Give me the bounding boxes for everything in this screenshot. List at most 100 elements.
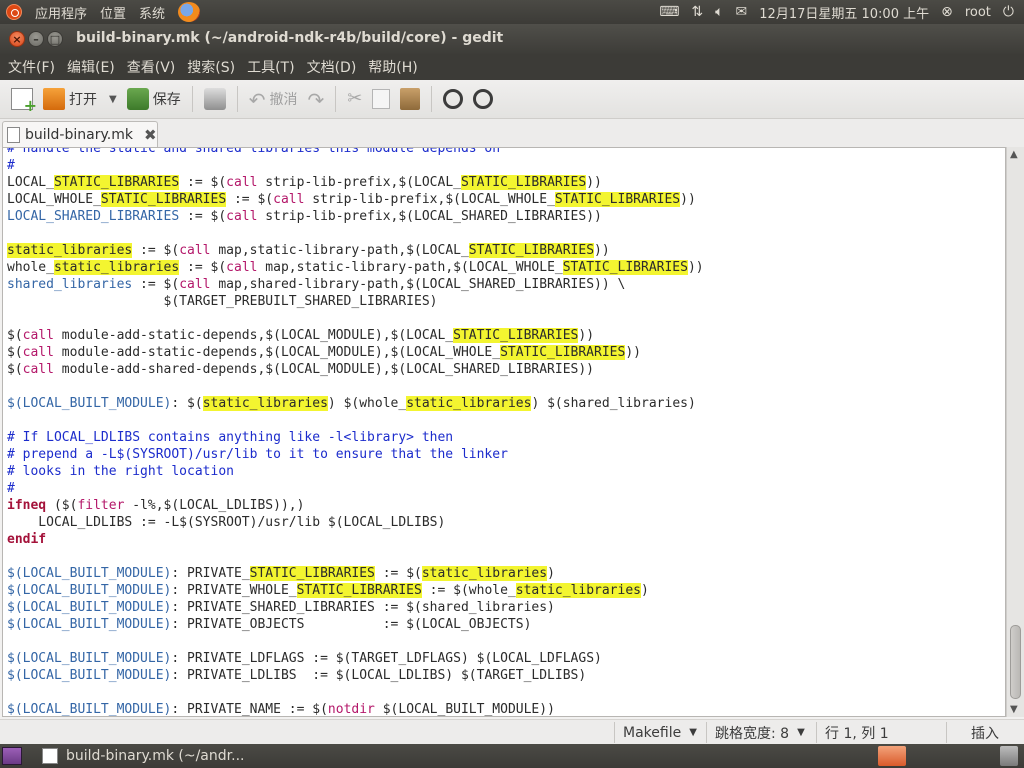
clipboard-icon xyxy=(400,88,421,110)
code-line[interactable]: # If LOCAL_LDLIBS contains anything like… xyxy=(7,429,704,446)
code-line[interactable]: ifneq ($(filter -l%,$(LOCAL_LDLIBS)),) xyxy=(7,497,704,514)
redo-button[interactable]: ↷ xyxy=(302,84,329,114)
code-line[interactable]: # looks in the right location xyxy=(7,463,704,480)
code-line[interactable]: $(LOCAL_BUILT_MODULE): PRIVATE_WHOLE_STA… xyxy=(7,582,704,599)
code-line[interactable]: $(LOCAL_BUILT_MODULE): PRIVATE_LDLIBS :=… xyxy=(7,667,704,684)
menu-view[interactable]: 查看(V) xyxy=(119,57,180,77)
mail-icon[interactable]: ✉ xyxy=(736,4,748,20)
code-line[interactable] xyxy=(7,225,704,242)
code-line[interactable]: $(call module-add-shared-depends,$(LOCAL… xyxy=(7,361,704,378)
trash-icon[interactable] xyxy=(1000,746,1018,766)
code-line[interactable] xyxy=(7,684,704,701)
top-panel: 应用程序 位置 系统 ⌨ ⇅ 🔈︎ ✉ 12月17日星期五 10:00 上午 ⊗… xyxy=(0,0,1024,24)
replace-button[interactable] xyxy=(468,84,498,114)
chevron-down-icon: ▼ xyxy=(797,727,805,738)
code-line[interactable]: # handle the static and shared libraries… xyxy=(7,148,704,157)
code-line[interactable]: $(LOCAL_BUILT_MODULE): $(static_librarie… xyxy=(7,395,704,412)
code-line[interactable]: $(TARGET_PREBUILT_SHARED_LIBRARIES) xyxy=(7,293,704,310)
code-line[interactable] xyxy=(7,633,704,650)
code-line[interactable]: whole_static_libraries := $(call map,sta… xyxy=(7,259,704,276)
menu-tools[interactable]: 工具(T) xyxy=(239,57,298,77)
open-label: 打开 xyxy=(69,92,97,108)
cut-button[interactable]: ✂ xyxy=(342,84,367,114)
code-line[interactable]: $(LOCAL_BUILT_MODULE): PRIVATE_LDFLAGS :… xyxy=(7,650,704,667)
code-line[interactable]: $(LOCAL_BUILT_MODULE): PRIVATE_OBJECTS :… xyxy=(7,616,704,633)
find-button[interactable] xyxy=(438,84,468,114)
code-line[interactable]: # xyxy=(7,157,704,174)
code-line[interactable]: LOCAL_SHARED_LIBRARIES := $(call strip-l… xyxy=(7,208,704,225)
code-line[interactable]: $(LOCAL_BUILT_MODULE): PRIVATE_SHARED_LI… xyxy=(7,599,704,616)
paste-button[interactable] xyxy=(395,84,425,114)
print-button[interactable] xyxy=(199,84,231,114)
undo-button[interactable]: ↶ 撤消 xyxy=(244,84,303,114)
document-tab[interactable]: build-binary.mk ✖ xyxy=(2,121,158,147)
code-line[interactable] xyxy=(7,378,704,395)
new-button[interactable] xyxy=(6,84,38,115)
taskbar-window-button[interactable]: build-binary.mk (~/andr... xyxy=(38,745,248,767)
code-line[interactable]: LOCAL_WHOLE_STATIC_LIBRARIES := $(call s… xyxy=(7,191,704,208)
magnifier-icon xyxy=(443,89,464,109)
code-line[interactable]: LOCAL_STATIC_LIBRARIES := $(call strip-l… xyxy=(7,174,704,191)
show-desktop-icon[interactable] xyxy=(2,747,22,765)
code-line[interactable]: static_libraries := $(call map,static-li… xyxy=(7,242,704,259)
clock[interactable]: 12月17日星期五 10:00 上午 xyxy=(759,3,929,22)
ubuntu-logo-icon[interactable] xyxy=(6,4,22,20)
window-titlebar[interactable]: × – □ build-binary.mk (~/android-ndk-r4b… xyxy=(0,24,1024,54)
cursor-position: 行 1, 列 1 xyxy=(816,722,946,743)
open-recent-dropdown-icon[interactable]: ▼ xyxy=(109,94,117,105)
user-menu[interactable]: root xyxy=(965,5,991,20)
code-line[interactable]: # prepend a -L$(SYSROOT)/usr/lib to it t… xyxy=(7,446,704,463)
code-line[interactable]: shared_libraries := $(call map,shared-li… xyxy=(7,276,704,293)
system-menu[interactable]: 系统 xyxy=(139,3,165,22)
menu-documents[interactable]: 文档(D) xyxy=(299,57,361,77)
language-label: Makefile xyxy=(623,724,682,741)
code-line[interactable]: # xyxy=(7,480,704,497)
gedit-icon xyxy=(42,748,58,764)
code-line[interactable]: endif xyxy=(7,531,704,548)
save-button[interactable]: 保存 xyxy=(122,84,186,114)
code-line[interactable] xyxy=(7,412,704,429)
places-menu[interactable]: 位置 xyxy=(100,3,126,22)
scroll-down-icon[interactable]: ▼ xyxy=(1010,704,1018,715)
network-icon[interactable]: ⇅ xyxy=(691,4,703,20)
code-line[interactable] xyxy=(7,548,704,565)
code-line[interactable]: $(LOCAL_BUILT_MODULE): PRIVATE_STATIC_LI… xyxy=(7,565,704,582)
insert-mode-label: 插入 xyxy=(971,725,999,742)
menu-help[interactable]: 帮助(H) xyxy=(360,57,421,77)
window-title: build-binary.mk (~/android-ndk-r4b/build… xyxy=(76,30,504,46)
firefox-icon[interactable] xyxy=(178,2,201,22)
toolbar: 打开 ▼ 保存 ↶ 撤消 ↷ ✂ xyxy=(0,80,1024,119)
applications-menu[interactable]: 应用程序 xyxy=(35,3,87,22)
menu-search[interactable]: 搜索(S) xyxy=(179,57,239,77)
document-tab-bar: build-binary.mk ✖ xyxy=(0,119,1024,147)
code-line[interactable]: LOCAL_LDLIBS := -L$(SYSROOT)/usr/lib $(L… xyxy=(7,514,704,531)
code-line[interactable]: $(call module-add-static-depends,$(LOCAL… xyxy=(7,327,704,344)
close-window-button[interactable]: × xyxy=(9,31,25,47)
user-icon: ⊗ xyxy=(941,4,953,20)
text-editor[interactable]: # handle the static and shared libraries… xyxy=(2,147,1006,717)
close-tab-icon[interactable]: ✖ xyxy=(144,126,157,144)
language-selector[interactable]: Makefile ▼ xyxy=(614,722,706,743)
menu-edit[interactable]: 编辑(E) xyxy=(59,57,119,77)
menu-file[interactable]: 文件(F) xyxy=(0,57,59,77)
document-icon xyxy=(7,126,20,143)
status-bar: Makefile ▼ 跳格宽度: 8 ▼ 行 1, 列 1 插入 xyxy=(0,719,1024,745)
power-icon[interactable]: ⏻ xyxy=(1003,4,1014,20)
tab-width-label: 跳格宽度: 8 xyxy=(715,725,790,742)
code-line[interactable] xyxy=(7,310,704,327)
vertical-scrollbar[interactable]: ▲ ▼ xyxy=(1006,147,1024,717)
keyboard-icon[interactable]: ⌨ xyxy=(659,4,679,20)
tab-width-selector[interactable]: 跳格宽度: 8 ▼ xyxy=(706,722,816,743)
scroll-up-icon[interactable]: ▲ xyxy=(1010,149,1018,160)
code-line[interactable]: $(LOCAL_BUILT_MODULE): PRIVATE_NAME := $… xyxy=(7,701,704,716)
code-content[interactable]: # handle the static and shared libraries… xyxy=(7,148,704,716)
maximize-window-button[interactable]: □ xyxy=(47,31,63,47)
volume-icon[interactable]: 🔈︎ xyxy=(715,4,723,20)
scrollbar-thumb[interactable] xyxy=(1010,625,1021,699)
taskbar-window-label: build-binary.mk (~/andr... xyxy=(66,748,245,764)
minimize-window-button[interactable]: – xyxy=(28,31,44,47)
open-button[interactable]: 打开 ▼ xyxy=(38,84,122,114)
copy-button[interactable] xyxy=(367,84,395,114)
workspace-switcher-icon[interactable] xyxy=(878,746,906,766)
code-line[interactable]: $(call module-add-static-depends,$(LOCAL… xyxy=(7,344,704,361)
